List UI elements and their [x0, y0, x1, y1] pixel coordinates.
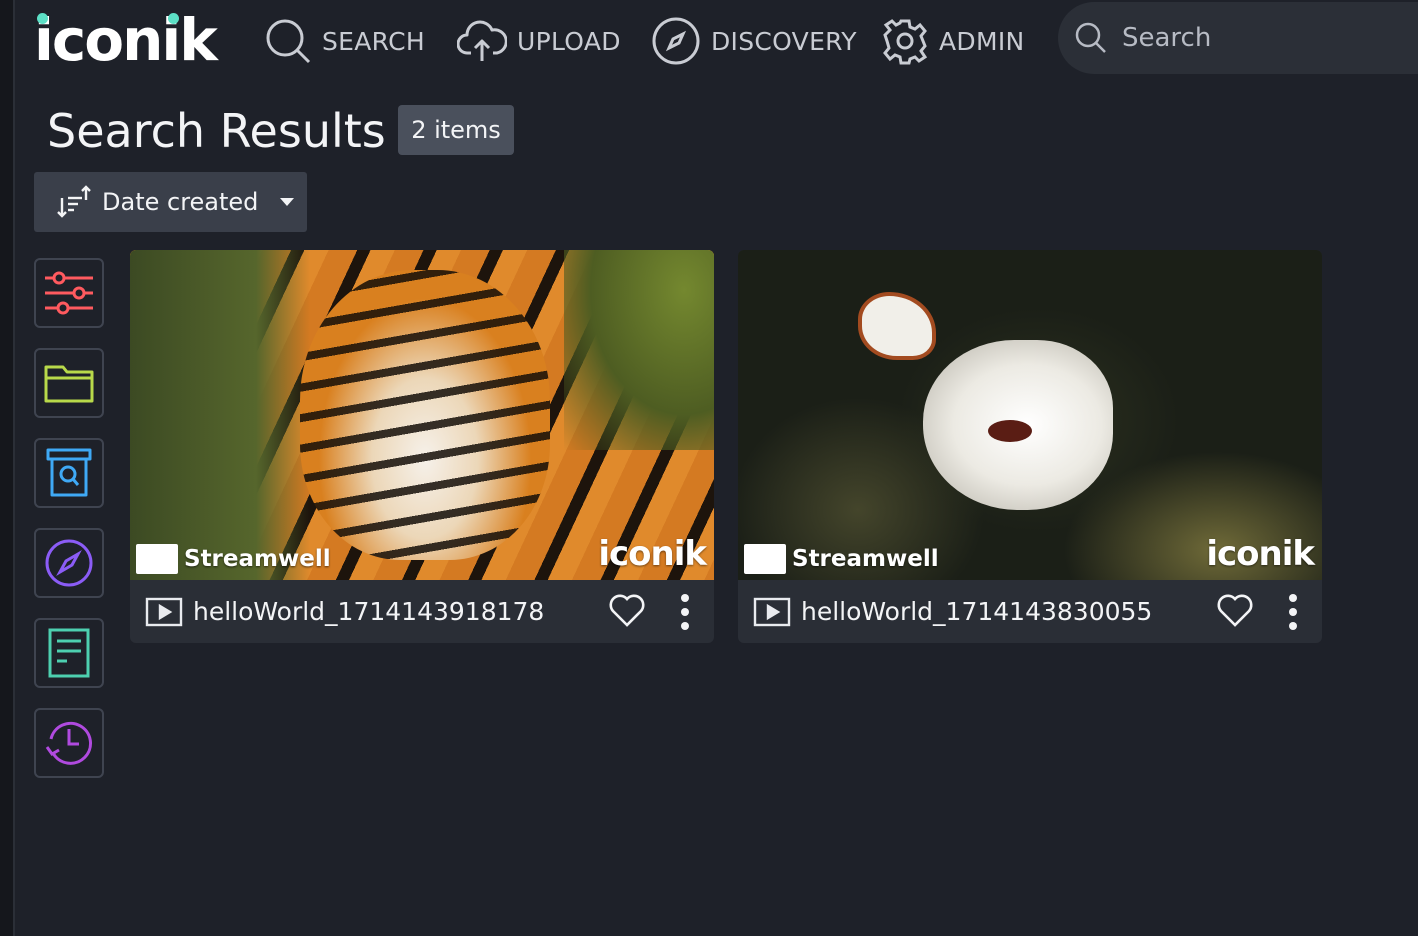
sort-label: Date created: [102, 188, 259, 216]
iconik-watermark: iconik: [1206, 534, 1315, 574]
sliders-icon: [45, 271, 93, 315]
nav-label: UPLOAD: [517, 26, 621, 56]
results-count-badge: 2 items: [398, 105, 514, 155]
search-input[interactable]: [1120, 22, 1404, 54]
cast-icon: [136, 544, 178, 574]
sort-icon: [57, 185, 91, 218]
cloud-upload-icon: [457, 20, 507, 61]
search-icon: [266, 19, 311, 64]
asset-title[interactable]: helloWorld_1714143918178: [193, 597, 544, 626]
logo-dot: [168, 13, 179, 24]
card-footer: helloWorld_1714143830055: [738, 580, 1322, 643]
nav-search[interactable]: SEARCH: [264, 14, 425, 68]
cast-icon: [744, 544, 786, 574]
heart-icon[interactable]: [1216, 594, 1254, 628]
nav-label: DISCOVERY: [711, 26, 857, 56]
more-options-icon[interactable]: [675, 592, 695, 632]
watermark-left-text: Streamwell: [792, 546, 939, 572]
saved-searches-button[interactable]: [34, 438, 104, 508]
gear-icon: [883, 19, 928, 65]
watermark-left-text: Streamwell: [184, 546, 331, 572]
video-icon: [145, 597, 183, 626]
iconik-watermark: iconik: [598, 534, 707, 574]
metadata-button[interactable]: [34, 618, 104, 688]
heart-icon[interactable]: [608, 594, 646, 628]
filters-button[interactable]: [34, 258, 104, 328]
video-icon: [753, 597, 791, 626]
compass-icon: [652, 17, 700, 65]
chevron-down-icon: [280, 198, 295, 206]
nav-admin[interactable]: ADMIN: [881, 14, 1025, 68]
nav-label: SEARCH: [322, 26, 425, 56]
nav-label: ADMIN: [939, 26, 1025, 56]
thumbnail-background: [130, 250, 310, 580]
history-icon: [45, 721, 92, 765]
discovery-button[interactable]: [34, 528, 104, 598]
sort-dropdown[interactable]: Date created: [34, 172, 307, 232]
document-icon: [48, 628, 90, 678]
nav-upload[interactable]: UPLOAD: [457, 14, 621, 68]
global-search[interactable]: [1058, 2, 1418, 74]
asset-title[interactable]: helloWorld_1714143830055: [801, 597, 1152, 626]
nav-discovery[interactable]: DISCOVERY: [651, 14, 857, 68]
tiger-image: [300, 270, 550, 560]
streamwell-watermark: Streamwell: [744, 544, 939, 574]
streamwell-watermark: Streamwell: [136, 544, 331, 574]
history-button[interactable]: [34, 708, 104, 778]
result-thumbnail[interactable]: Streamwell iconik: [130, 250, 714, 580]
compass-icon: [45, 539, 93, 587]
page-title: Search Results: [47, 104, 386, 158]
frogfish-spot: [988, 420, 1032, 442]
result-thumbnail[interactable]: Streamwell iconik: [738, 250, 1322, 580]
more-options-icon[interactable]: [1283, 592, 1303, 632]
card-footer: helloWorld_1714143918178: [130, 580, 714, 643]
result-card[interactable]: Streamwell iconik helloWorld_17141438300…: [738, 250, 1322, 643]
result-card[interactable]: Streamwell iconik helloWorld_17141439181…: [130, 250, 714, 643]
window-edge: [0, 0, 15, 936]
collections-button[interactable]: [34, 348, 104, 418]
archive-search-icon: [46, 448, 92, 497]
search-icon: [1075, 22, 1106, 53]
frogfish-fin: [858, 292, 936, 360]
folder-icon: [44, 365, 94, 403]
thumbnail-background: [564, 250, 714, 450]
logo-dot: [37, 13, 48, 24]
